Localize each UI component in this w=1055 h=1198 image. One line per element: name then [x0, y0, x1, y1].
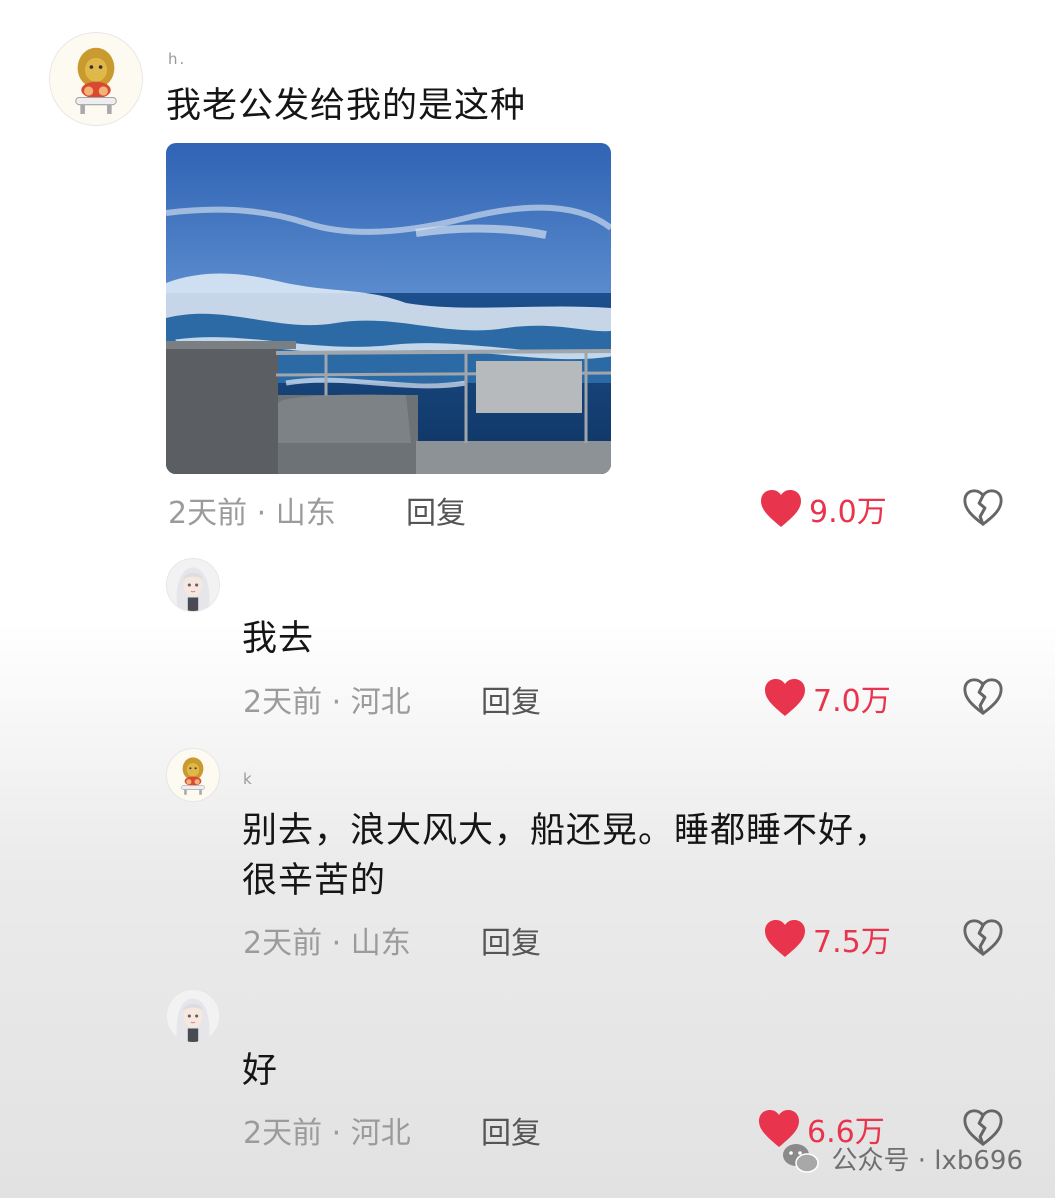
heart-icon: [763, 919, 807, 959]
avatar[interactable]: [49, 32, 143, 126]
girl-avatar-icon: [167, 559, 219, 611]
comment-meta: 2天前 · 山东: [243, 926, 411, 961]
wechat-icon: [783, 1143, 820, 1173]
comment-meta: 2天前 · 河北: [243, 1116, 411, 1151]
username[interactable]: h.: [168, 50, 186, 68]
girl-avatar-icon: [167, 990, 219, 1042]
comment-image[interactable]: [166, 143, 611, 474]
like-button[interactable]: 9.0万: [759, 487, 887, 531]
like-button[interactable]: 7.5万: [763, 917, 891, 961]
broken-heart-icon[interactable]: [962, 488, 1004, 528]
like-count: 7.0万: [813, 684, 891, 719]
heart-icon: [759, 489, 803, 529]
ocean-photo: [166, 143, 611, 474]
lion-avatar-icon: [50, 33, 142, 125]
comment-text-line: 别去，浪大风大，船还晃。睡都睡不好，: [242, 811, 891, 851]
comment-text: 我老公发给我的是这种: [166, 86, 527, 126]
avatar[interactable]: [166, 989, 220, 1043]
comment-meta: 2天前 · 河北: [243, 685, 411, 720]
reply-button[interactable]: 回复: [481, 918, 541, 962]
avatar[interactable]: [166, 558, 220, 612]
broken-heart-icon[interactable]: [962, 677, 1004, 717]
broken-heart-icon[interactable]: [962, 918, 1004, 958]
username[interactable]: [243, 582, 250, 600]
avatar[interactable]: [166, 748, 220, 802]
reply-button[interactable]: 回复: [481, 677, 541, 721]
watermark: 公众号 · lxb696: [781, 1140, 1023, 1177]
comment-text-line: 很辛苦的: [242, 861, 387, 901]
like-count: 7.5万: [813, 925, 891, 960]
reply-button[interactable]: 回复: [406, 488, 466, 532]
comment-text: 好: [242, 1051, 279, 1091]
username[interactable]: k: [243, 770, 254, 788]
like-button[interactable]: 7.0万: [763, 676, 891, 720]
watermark-text: 公众号 · lxb696: [831, 1146, 1023, 1176]
like-count: 9.0万: [809, 495, 887, 530]
comment-meta: 2天前 · 山东: [168, 496, 336, 531]
reply-button[interactable]: 回复: [481, 1108, 541, 1152]
lion-avatar-icon: [167, 749, 219, 801]
heart-icon: [763, 678, 807, 718]
comment-text: 我去: [242, 619, 315, 659]
